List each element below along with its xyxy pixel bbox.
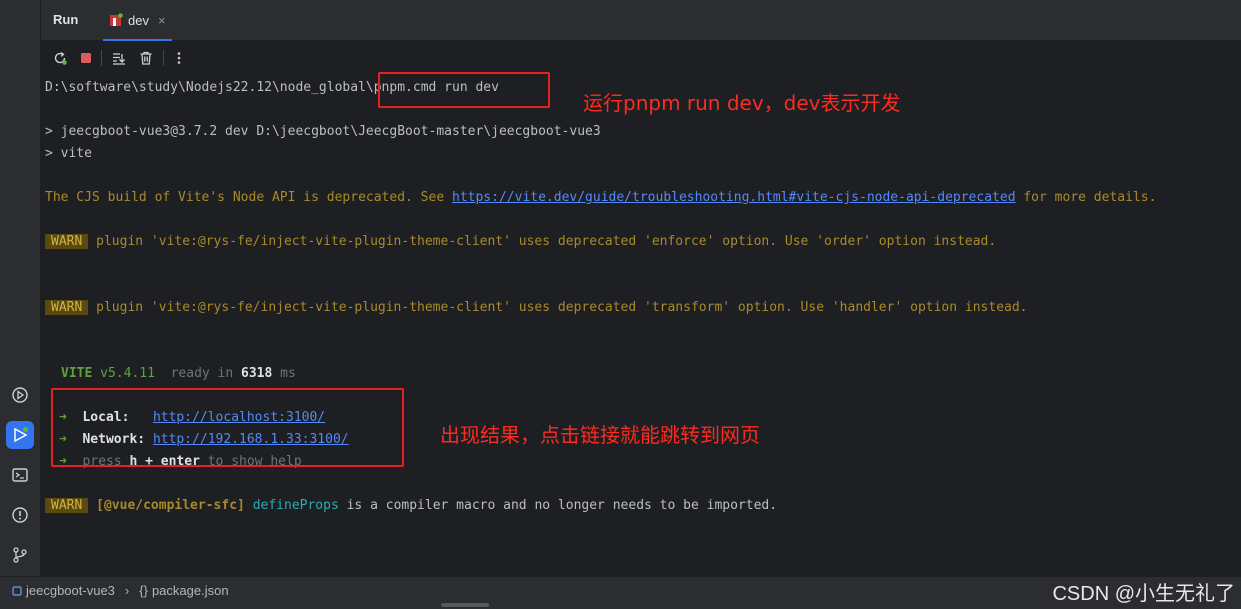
console-output[interactable]: D:\software\study\Nodejs22.12\node_globa… xyxy=(41,75,1241,576)
npm-icon xyxy=(110,13,123,26)
problems-icon xyxy=(12,507,28,523)
rerun-button[interactable] xyxy=(49,48,71,68)
rerun-icon xyxy=(54,51,67,65)
vite-name: VITE xyxy=(61,366,93,381)
scroll-to-end-button[interactable] xyxy=(108,48,130,68)
stop-icon xyxy=(81,53,91,63)
vite-ready-line: VITE v5.4.11 ready in 6318 ms xyxy=(61,366,296,382)
script-line: > jeecgboot-vue3@3.7.2 dev D:\jeecgboot\… xyxy=(45,124,601,139)
warn-badge: WARN xyxy=(45,498,89,513)
breadcrumb-file[interactable]: package.json xyxy=(152,583,229,598)
horizontal-scrollbar[interactable] xyxy=(441,603,489,607)
services-icon xyxy=(12,387,28,403)
services-button[interactable] xyxy=(6,381,34,409)
clear-all-button[interactable] xyxy=(135,48,157,68)
result-annotation: 出现结果，点击链接就能跳转到网页 xyxy=(440,423,760,447)
vite-command-line: > vite xyxy=(45,146,92,161)
ready-ms: 6318 xyxy=(241,366,273,381)
warn-text: plugin 'vite:@rys-fe/inject-vite-plugin-… xyxy=(88,234,997,249)
cjs-text: The CJS build of Vite's Node API is depr… xyxy=(45,190,452,205)
terminal-icon xyxy=(12,468,28,482)
problems-button[interactable] xyxy=(6,501,34,529)
tab-dev[interactable]: dev × xyxy=(103,0,172,41)
module-icon xyxy=(12,585,22,596)
toolbar-divider xyxy=(163,50,164,66)
sfc-fn: defineProps xyxy=(252,498,339,513)
sfc-warn-line: WARN [@vue/compiler-sfc] defineProps is … xyxy=(45,498,777,514)
toolbar-divider xyxy=(101,50,102,66)
stop-button[interactable] xyxy=(75,48,97,68)
close-tab-icon[interactable]: × xyxy=(158,13,166,28)
command-highlight-box xyxy=(378,72,550,108)
git-button[interactable] xyxy=(6,541,34,569)
cjs-text-end: for more details. xyxy=(1015,190,1157,205)
vite-version: v5.4.11 xyxy=(92,366,155,381)
warn-badge: WARN xyxy=(45,300,89,315)
tab-dev-label: dev xyxy=(128,12,149,28)
more-options-button[interactable] xyxy=(168,48,190,68)
run-tool-button[interactable] xyxy=(6,421,34,449)
json-file-icon: {} xyxy=(139,583,148,598)
breadcrumb-separator-icon: › xyxy=(124,583,130,598)
ms-unit: ms xyxy=(272,366,296,381)
scroll-to-end-icon xyxy=(113,53,125,65)
warn-line-2: WARN plugin 'vite:@rys-fe/inject-vite-pl… xyxy=(45,300,1028,316)
run-toolbar xyxy=(41,41,1241,75)
warn-text: plugin 'vite:@rys-fe/inject-vite-plugin-… xyxy=(88,300,1028,315)
sfc-text: is a compiler macro and no longer needs … xyxy=(338,498,778,513)
cjs-deprecation-line: The CJS build of Vite's Node API is depr… xyxy=(45,190,1156,206)
tool-window-stripe xyxy=(0,0,41,576)
warn-badge: WARN xyxy=(45,234,89,249)
trash-icon xyxy=(140,51,152,65)
run-tool-icon xyxy=(14,427,28,443)
run-window-title: Run xyxy=(53,12,79,27)
git-branch-icon xyxy=(13,547,27,563)
result-highlight-box xyxy=(51,388,404,467)
csdn-watermark: CSDN @小生无礼了 xyxy=(1052,583,1235,605)
breadcrumb: jeecgboot-vue3 › {} package.json xyxy=(12,583,229,598)
status-bar: jeecgboot-vue3 › {} package.json CSDN @小… xyxy=(0,576,1241,609)
terminal-button[interactable] xyxy=(6,461,34,489)
warn-line-1: WARN plugin 'vite:@rys-fe/inject-vite-pl… xyxy=(45,234,996,250)
ready-text: ready in xyxy=(154,366,242,381)
more-vertical-icon xyxy=(177,52,181,64)
breadcrumb-project[interactable]: jeecgboot-vue3 xyxy=(26,583,115,598)
command-annotation: 运行pnpm run dev，dev表示开发 xyxy=(583,91,901,115)
troubleshooting-link[interactable]: https://vite.dev/guide/troubleshooting.h… xyxy=(452,190,1016,205)
command-path: D:\software\study\Nodejs22.12\node_globa… xyxy=(45,80,374,95)
sfc-tag: [@vue/compiler-sfc] xyxy=(96,498,245,513)
run-tab-bar: Run dev × xyxy=(41,0,1241,41)
